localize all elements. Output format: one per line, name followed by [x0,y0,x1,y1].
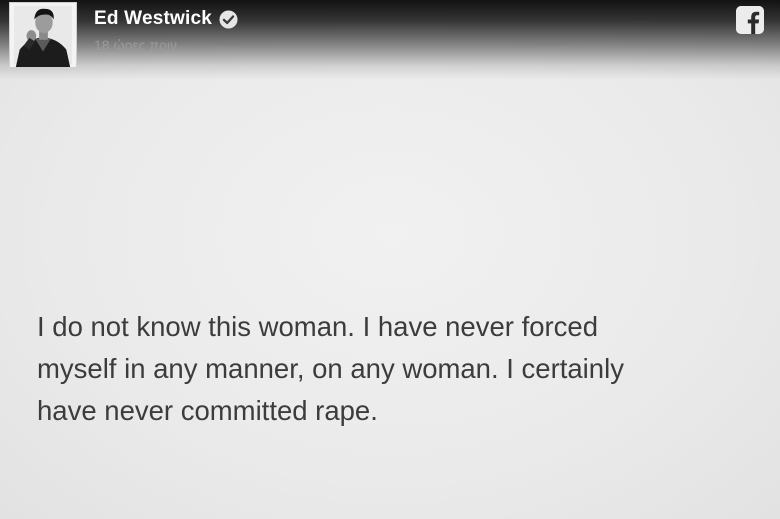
facebook-post: Ed Westwick 18 ώρες πριν I do not know t… [0,0,780,519]
verified-badge-icon [219,9,238,29]
statement-line-3: have never committed rape. [37,395,378,426]
post-header: Ed Westwick 18 ώρες πριν [0,0,780,80]
author-avatar[interactable] [9,2,77,68]
post-timestamp[interactable]: 18 ώρες πριν [94,37,177,53]
author-name[interactable]: Ed Westwick [94,8,212,30]
facebook-logo-icon [736,6,764,34]
profile-photo-icon [10,3,76,67]
facebook-icon[interactable] [736,6,764,34]
author-row: Ed Westwick [94,8,238,30]
post-statement: I do not know this woman. I have never f… [37,306,757,432]
statement-line-2: myself in any manner, on any woman. I ce… [37,353,624,384]
statement-line-1: I do not know this woman. I have never f… [37,311,598,342]
